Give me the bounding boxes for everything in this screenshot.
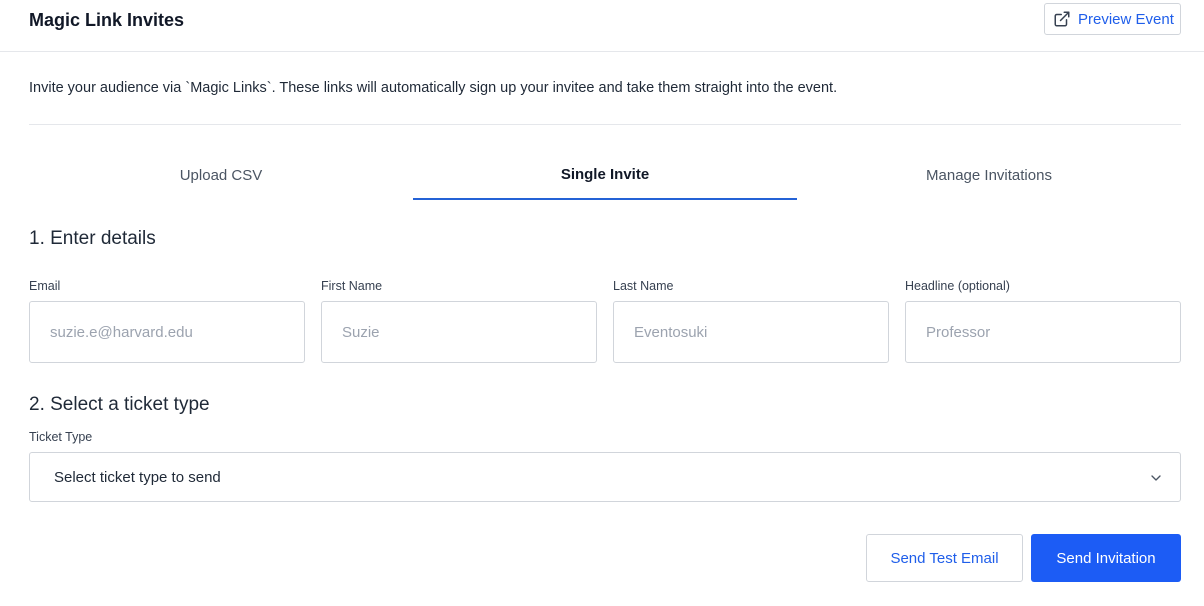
ticket-type-label: Ticket Type — [29, 430, 93, 444]
enter-details-heading: 1. Enter details — [29, 228, 156, 249]
intro-text: Invite your audience via `Magic Links`. … — [29, 80, 838, 96]
ticket-type-select[interactable]: Select ticket type to send — [29, 452, 1181, 502]
last-name-label: Last Name — [613, 279, 674, 293]
preview-event-label: Preview Event — [1078, 10, 1174, 28]
tab-upload-csv[interactable]: Upload CSV — [29, 150, 413, 200]
tab-manage-invitations[interactable]: Manage Invitations — [797, 150, 1181, 200]
tab-single-invite[interactable]: Single Invite — [413, 150, 797, 200]
divider — [29, 124, 1181, 125]
page-title: Magic Link Invites — [29, 10, 185, 30]
email-label: Email — [29, 279, 61, 293]
headline-field[interactable] — [905, 301, 1181, 363]
chevron-down-icon — [1151, 475, 1161, 481]
page-header: Magic Link Invites Preview Event — [0, 0, 1204, 52]
first-name-label: First Name — [321, 279, 383, 293]
first-name-field[interactable] — [321, 301, 597, 363]
ticket-type-heading: 2. Select a ticket type — [29, 394, 210, 415]
last-name-field[interactable] — [613, 301, 889, 363]
email-field[interactable] — [29, 301, 305, 363]
preview-event-button[interactable]: Preview Event — [1044, 3, 1181, 35]
tab-bar: Upload CSV Single Invite Manage Invitati… — [29, 150, 1181, 202]
ticket-type-selected-value: Select ticket type to send — [54, 468, 221, 486]
headline-label: Headline (optional) — [905, 279, 1010, 293]
send-invitation-button[interactable]: Send Invitation — [1031, 534, 1181, 582]
external-link-icon — [1054, 11, 1070, 27]
send-test-email-button[interactable]: Send Test Email — [866, 534, 1023, 582]
